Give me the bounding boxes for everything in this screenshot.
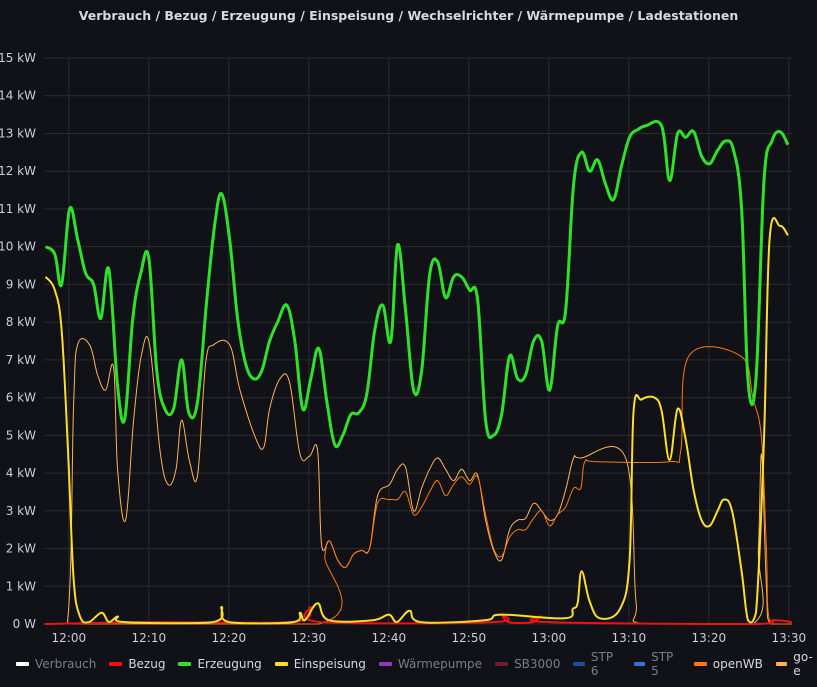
y-tick-label: 12 kW — [0, 164, 36, 178]
y-tick-label: 15 kW — [0, 51, 36, 65]
legend-swatch — [16, 662, 29, 666]
legend-label: STP 6 — [590, 650, 614, 678]
x-tick-label: 12:30 — [292, 631, 327, 645]
legend-label: openWB — [712, 657, 763, 671]
legend-label: Erzeugung — [197, 657, 262, 671]
legend-swatch — [775, 662, 788, 666]
y-tick-label: 13 kW — [0, 126, 36, 140]
legend-swatch — [495, 662, 509, 666]
x-tick-label: 12:20 — [212, 631, 247, 645]
x-tick-label: 12:10 — [132, 631, 167, 645]
legend-item-stp-6[interactable]: STP 6 — [573, 650, 620, 678]
legend-label: SB3000 — [514, 657, 561, 671]
legend-item-sb3000[interactable]: SB3000 — [495, 657, 560, 671]
legend-swatch — [274, 662, 288, 666]
legend-swatch — [633, 662, 646, 666]
x-tick-label: 12:50 — [452, 631, 487, 645]
y-tick-label: 1 kW — [6, 579, 36, 593]
legend-label: STP 5 — [651, 650, 674, 678]
y-tick-label: 7 kW — [6, 353, 36, 367]
legend-swatch — [573, 662, 585, 666]
y-tick-label: 5 kW — [6, 428, 36, 442]
x-tick-label: 13:00 — [532, 631, 567, 645]
legend-item-openwb[interactable]: openWB — [693, 657, 763, 671]
x-tick-label: 13:10 — [612, 631, 647, 645]
y-tick-label: 6 kW — [6, 391, 36, 405]
legend-item-stp-5[interactable]: STP 5 — [633, 650, 681, 678]
y-tick-label: 4 kW — [6, 466, 36, 480]
legend-swatch — [378, 662, 392, 666]
y-tick-label: 8 kW — [6, 315, 36, 329]
legend-item-einspeisung[interactable]: Einspeisung — [274, 657, 366, 671]
x-tick-label: 13:30 — [772, 631, 807, 645]
legend-item-bezug[interactable]: Bezug — [109, 657, 165, 671]
legend-item-waermepumpe[interactable]: Wärmepumpe — [378, 657, 483, 671]
y-tick-label: 14 kW — [0, 89, 36, 103]
legend-item-erzeugung[interactable]: Erzeugung — [178, 657, 262, 671]
x-tick-label: 12:40 — [372, 631, 407, 645]
y-tick-label: 10 kW — [0, 240, 36, 254]
legend-label: Wärmepumpe — [397, 657, 483, 671]
y-tick-label: 9 kW — [6, 277, 36, 291]
legend-label: Verbrauch — [35, 657, 97, 671]
y-tick-label: 11 kW — [0, 202, 36, 216]
legend-item-verbrauch[interactable]: Verbrauch — [16, 657, 96, 671]
legend-swatch — [109, 662, 123, 666]
x-tick-label: 12:00 — [52, 631, 87, 645]
legend-label: Einspeisung — [293, 657, 366, 671]
time-series-chart: 0 W 1 kW 2 kW 3 kW 4 kW 5 kW 6 kW 7 kW 8 kW 9 kW 1… — [0, 51, 807, 645]
legend: Verbrauch Bezug Erzeugung Einspeisung Wärmep… — [16, 650, 817, 678]
legend-swatch — [178, 662, 192, 666]
legend-label: Bezug — [128, 657, 166, 671]
y-tick-label: 3 kW — [6, 504, 36, 518]
legend-item-go-e[interactable]: go-e — [775, 650, 817, 678]
y-tick-label: 0 W — [13, 617, 36, 631]
legend-label: go-e — [793, 650, 813, 678]
legend-swatch — [693, 662, 707, 666]
y-tick-label: 2 kW — [6, 542, 36, 556]
x-tick-label: 13:20 — [692, 631, 727, 645]
